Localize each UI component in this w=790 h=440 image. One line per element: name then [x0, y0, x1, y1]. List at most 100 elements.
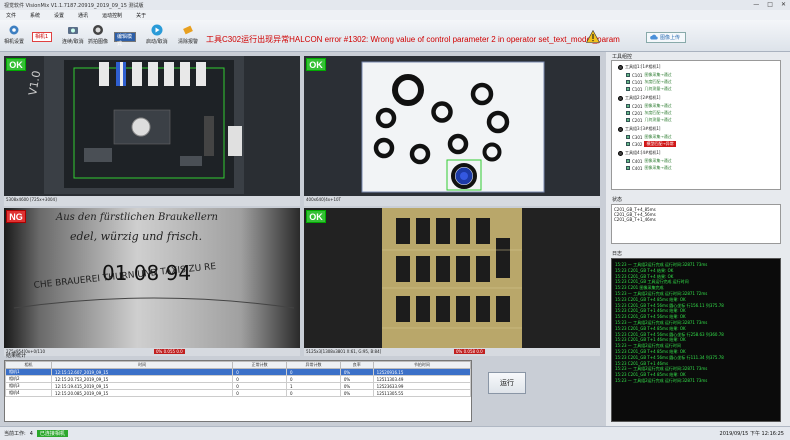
tool-icon: [626, 111, 630, 115]
status-badge: OK: [306, 58, 326, 71]
results-label: 结果统计: [6, 353, 27, 359]
mode-select[interactable]: 编辑模式: [114, 32, 136, 47]
tool-icon: [626, 118, 630, 122]
error-message: 工具C302运行出现异常HALCON error #1302: Wrong va…: [206, 35, 620, 44]
table-row[interactable]: 相机1 12:15:12.607_2019_09_15 0 0 0% 12520…: [4, 368, 472, 376]
circuit-board-image: [304, 208, 600, 348]
eraser-icon: [182, 24, 194, 36]
table-row[interactable]: 相机3 12:15:19.415_2019_09_15 0 1 0% 12523…: [4, 382, 472, 390]
start-stop-button[interactable]: 启动/取消: [146, 24, 168, 45]
tree-label: 工具组控: [612, 54, 633, 60]
work-number: 4: [29, 430, 33, 437]
table-row[interactable]: 相机4 12:15:20.085_2019_09_15 0 0 0% 12511…: [4, 389, 472, 397]
camera-view-4[interactable]: OK 5125x3[1308x3801 X:61, G:95, B:84] 0%…: [304, 208, 600, 356]
column-header[interactable]: 良率: [339, 361, 374, 369]
tree-item[interactable]: C101 图像采集→通过: [626, 72, 672, 78]
node-icon: [618, 150, 623, 156]
tree-item[interactable]: C401 图像采集→通过: [626, 158, 672, 164]
image-caption: 400x640[4x+10T: [306, 197, 341, 202]
column-header[interactable]: 相机: [4, 361, 53, 369]
cloud-icon: [650, 34, 658, 42]
minimize-button[interactable]: —: [753, 1, 759, 8]
results-table[interactable]: 相机 时间 正常计数 异常计数 良率 节拍时间 相机1 12:15:12.607…: [4, 360, 472, 422]
image-caption: 5125x3[1308x3801 X:61, G:95, B:84]: [306, 349, 382, 354]
tool-icon: [626, 80, 630, 84]
camera-select[interactable]: 相机1: [32, 32, 52, 42]
table-row[interactable]: 相机2 12:15:20.753_2019_09_15 0 0 0% 12511…: [4, 375, 472, 383]
column-header[interactable]: 时间: [51, 361, 234, 369]
column-header[interactable]: 正常计数: [232, 361, 288, 369]
menu-communication[interactable]: 通讯: [78, 12, 88, 19]
window-title: 视觉软件 VisionMix V1.1.7187.20919_2019_09_1…: [4, 2, 144, 9]
tool-icon: [626, 73, 630, 77]
svg-text:edel, würzig und frisch.: edel, würzig und frisch.: [70, 230, 202, 243]
tool-icon: [626, 142, 630, 146]
result-caption: 0% 0.058 0.0: [454, 349, 485, 354]
current-work-label: 当前工作:: [4, 431, 26, 437]
status-badge: OK: [306, 210, 326, 223]
svg-text:Aus den fürstlichen Braukeller: Aus den fürstlichen Braukellern: [55, 212, 218, 223]
maximize-button[interactable]: □: [767, 1, 773, 8]
toolbar: 相机设置 相机1 连续/取消 抓拍图像 编辑模式 启动/取消 清除报警 工具C3…: [0, 20, 790, 52]
status-badge: NG: [6, 210, 26, 223]
camera-view-2[interactable]: OK 400x640[4x+10T: [304, 56, 600, 206]
capture-button[interactable]: 抓拍图像: [88, 24, 108, 45]
title-bar: 视觉软件 VisionMix V1.1.7187.20919_2019_09_1…: [0, 0, 790, 10]
continuous-button[interactable]: 连续/取消: [62, 24, 84, 45]
tree-item[interactable]: C101 几何测量→通过: [626, 86, 672, 92]
play-icon: [151, 24, 163, 36]
clear-alarm-button[interactable]: 清除报警: [178, 24, 198, 45]
tool-icon: [626, 159, 630, 163]
menu-bar: 文件 系统 设置 通讯 运动控制 关于: [0, 10, 790, 20]
column-header[interactable]: 异常计数: [286, 361, 341, 369]
result-caption: 0% 0.055 0.0: [154, 349, 185, 354]
tree-item[interactable]: C201 几何测量→通过: [626, 117, 672, 123]
tree-item[interactable]: C201 图像采集→通过: [626, 103, 672, 109]
image-caption: 5308x4600 [725x+3004]: [6, 197, 57, 202]
status-list: C201_GB_T+4_85ms C201_GB_T+4_56ms C201_G…: [611, 204, 781, 244]
status-label: 状态: [612, 197, 623, 203]
camera-icon: [67, 24, 79, 36]
tree-item[interactable]: C401 图像采集→通过: [626, 165, 672, 171]
log-console[interactable]: 15:23 — 工具组2运行完成 运行时间:32871 73ms 15:23 C…: [611, 258, 781, 422]
column-header[interactable]: 节拍时间: [372, 361, 472, 369]
tree-item[interactable]: 工具组3:[3#相机1]: [618, 126, 660, 132]
rings-image: [304, 56, 600, 196]
tree-item[interactable]: 工具组1:[1#相机1]: [618, 64, 660, 70]
cloud-upload-button[interactable]: 图像上传: [646, 32, 686, 43]
warning-icon: [585, 29, 601, 45]
node-icon: [618, 126, 623, 132]
log-line: 15:23 — 工具组2运行完成 运行时间:32871 73ms: [615, 377, 708, 383]
tool-tree[interactable]: 工具组1:[1#相机1] C101 图像采集→通过 C101 灰度匹配→通过 C…: [611, 60, 781, 190]
tree-item-error[interactable]: C302 模型匹配→异常: [626, 141, 676, 147]
camera-view-1[interactable]: V1.0 OK 5308x4600 [725x+3004]: [4, 56, 300, 206]
tree-item[interactable]: 工具组4:[4#相机1]: [618, 150, 660, 156]
status-line: C201_GB_T+1_46ms: [614, 217, 656, 222]
tree-item[interactable]: C201 灰度匹配→通过: [626, 110, 672, 116]
menu-motion[interactable]: 运动控制: [102, 12, 122, 19]
tree-item[interactable]: C101 灰度匹配→通过: [626, 79, 672, 85]
pcb-image: V1.0: [4, 56, 300, 196]
tree-item[interactable]: 工具组2:[2#相机1]: [618, 95, 660, 101]
menu-file[interactable]: 文件: [6, 12, 16, 19]
camera-settings-button[interactable]: 相机设置: [4, 24, 24, 45]
node-icon: [618, 95, 623, 101]
close-button[interactable]: ✕: [781, 1, 786, 8]
menu-settings[interactable]: 设置: [54, 12, 64, 19]
camera-view-3[interactable]: Aus den fürstlichen Braukellern edel, wü…: [4, 208, 300, 356]
log-label: 日志: [612, 251, 623, 257]
tree-item[interactable]: C301 图像采集→通过: [626, 134, 672, 140]
node-icon: [618, 64, 623, 70]
menu-about[interactable]: 关于: [136, 12, 146, 19]
right-panel: 工具组控 工具组1:[1#相机1] C101 图像采集→通过 C101 灰度匹配…: [606, 52, 790, 426]
connection-status: 已连接相机: [36, 430, 68, 437]
menu-system[interactable]: 系统: [30, 12, 40, 19]
bottle-label-image: Aus den fürstlichen Braukellern edel, wü…: [4, 208, 300, 348]
tool-icon: [626, 104, 630, 108]
status-badge: OK: [6, 58, 26, 71]
run-button[interactable]: 运行: [488, 372, 526, 394]
tool-icon: [626, 166, 630, 170]
tool-icon: [626, 87, 630, 91]
tool-icon: [626, 135, 630, 139]
capture-icon: [92, 24, 104, 36]
